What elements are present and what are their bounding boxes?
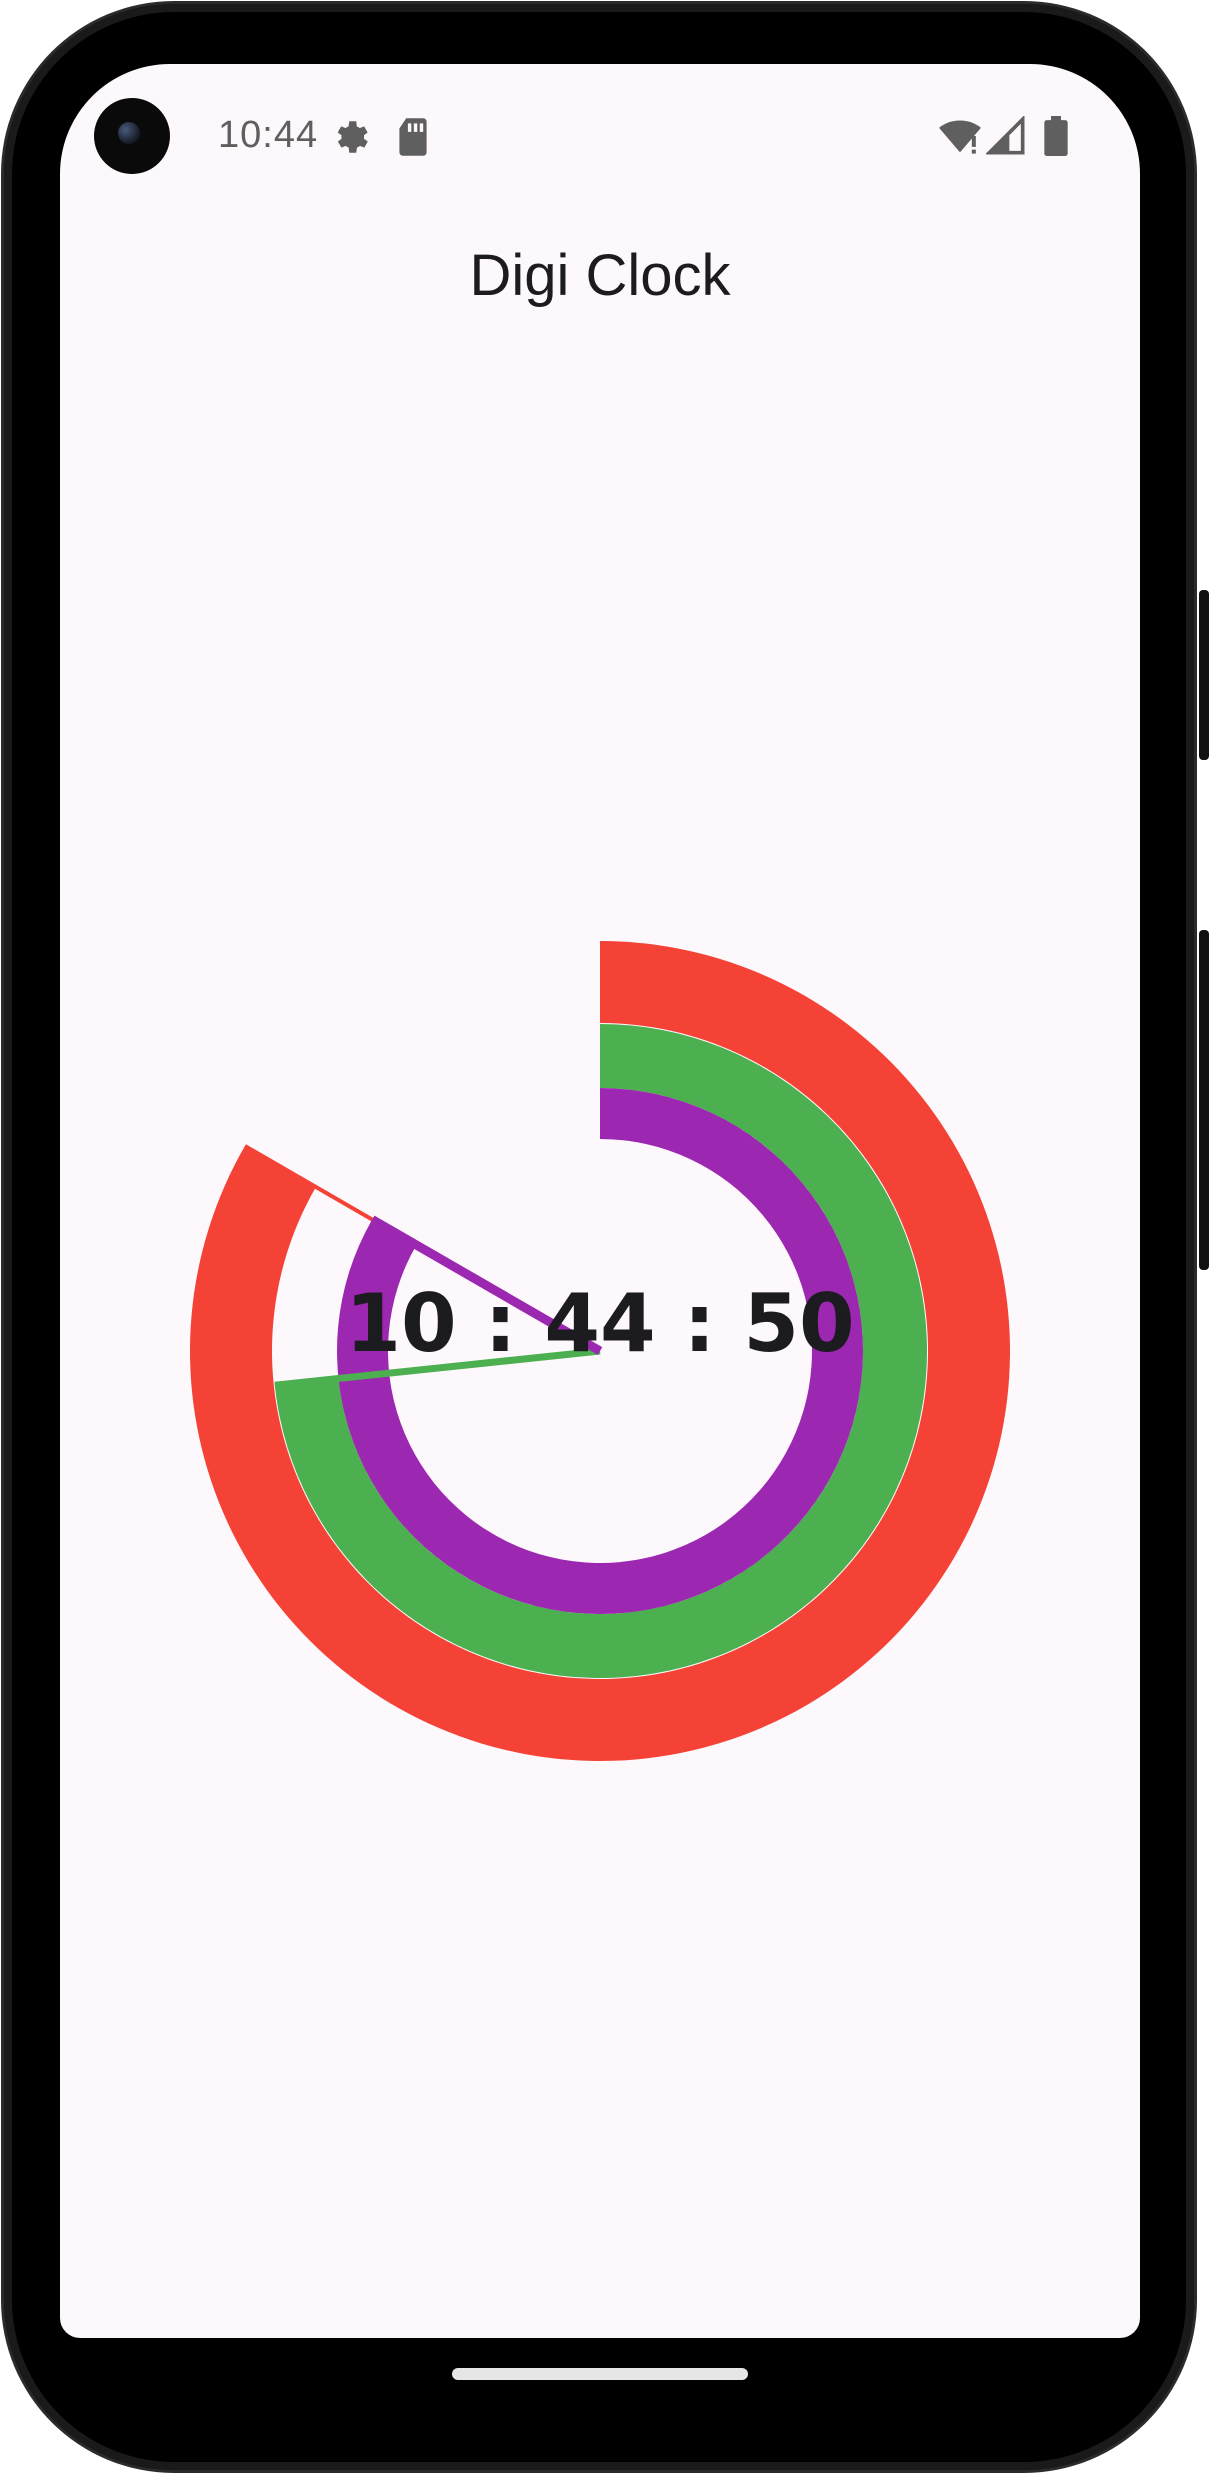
phone-device: 10:44 Digi Clock 10: 44: 50 bbox=[0, 0, 1211, 2474]
power-button bbox=[1199, 590, 1209, 760]
home-gesture-handle[interactable] bbox=[452, 2368, 748, 2380]
volume-button bbox=[1199, 930, 1209, 1270]
ring-clock: 10 : 44 : 50 bbox=[189, 941, 1010, 1762]
digital-time: 10 : 44 : 50 bbox=[345, 1277, 854, 1370]
navigation-bar bbox=[60, 2338, 1140, 2428]
screen: 10:44 Digi Clock 10: 44: 50 bbox=[60, 64, 1140, 2338]
